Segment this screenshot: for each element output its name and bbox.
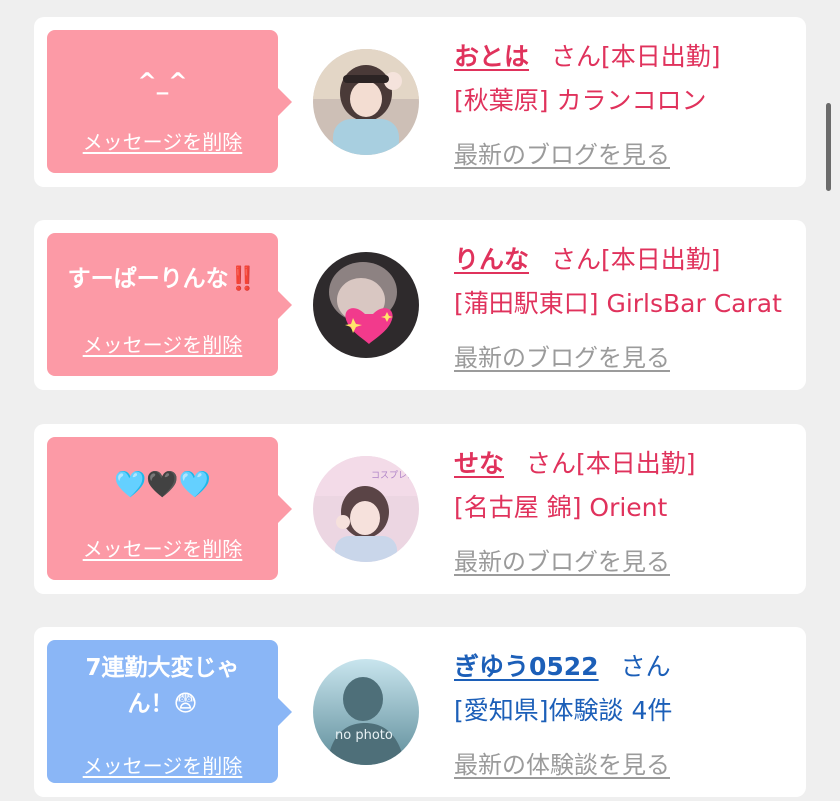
work-status: [本日出勤]	[601, 42, 721, 71]
name-line: おとは さん[本日出勤]	[454, 37, 721, 73]
message-bubble: ^_^ メッセージを削除	[47, 30, 292, 173]
girl-name-link[interactable]: おとは	[454, 42, 529, 71]
message-card: すーぱーりんな‼️ メッセージを削除 りんな さん[本日出勤] [蒲田駅東口] G…	[34, 220, 806, 390]
avatar-photo: コスプレガールズ	[313, 456, 419, 562]
latest-blog-link[interactable]: 最新のブログを見る	[454, 135, 670, 170]
avatar[interactable]: no photo	[313, 659, 419, 765]
name-line: せな さん[本日出勤]	[454, 444, 696, 480]
avatar-photo	[313, 252, 419, 358]
avatar[interactable]	[313, 252, 419, 358]
message-text: ^_^	[137, 69, 188, 95]
no-photo-label: no photo	[335, 728, 393, 743]
message-text: すーぱーりんな‼️	[55, 261, 270, 297]
honorific: さん	[551, 42, 602, 71]
message-list: ^_^ メッセージを削除 おとは さん[本日出勤] [秋葉原] カランコロン 最新…	[0, 0, 840, 801]
message-text-main: すーぱーりんな	[67, 266, 229, 292]
girl-name-link[interactable]: せな	[454, 449, 504, 478]
scrollbar[interactable]	[826, 103, 831, 191]
latest-blog-link[interactable]: 最新のブログを見る	[454, 542, 670, 577]
avatar[interactable]	[313, 49, 419, 155]
avatar-photo	[313, 49, 419, 155]
honorific: さん	[551, 245, 602, 274]
message-card: 7連勤大変じゃん！😨 メッセージを削除 no photo ぎゆう0522 さん […	[34, 627, 806, 797]
latest-review-link[interactable]: 最新の体験談を見る	[454, 745, 670, 780]
shop-info: [名古屋 錦] Orient	[454, 493, 668, 522]
girl-name-link[interactable]: りんな	[454, 245, 529, 274]
hearts-icon: 🩵🖤🩵	[113, 470, 212, 500]
double-exclamation-icon: ‼️	[228, 266, 258, 292]
message-text: 7連勤大変じゃん！😨	[85, 655, 240, 717]
avatar-overlay-text: コスプレガールズ	[371, 469, 419, 481]
name-line: ぎゆう0522 さん	[454, 647, 671, 683]
message-bubble: 🩵🖤🩵 メッセージを削除	[47, 437, 292, 580]
message-card: 🩵🖤🩵 メッセージを削除 コスプレガールズ せなさん[本日出勤] [名古屋 錦]…	[34, 424, 806, 594]
delete-message-link[interactable]: メッセージを削除	[47, 750, 278, 779]
no-photo-avatar: no photo	[313, 659, 419, 765]
honorific: さん	[526, 449, 577, 478]
name-line: りんな さん[本日出勤]	[454, 240, 721, 276]
shop-info: [蒲田駅東口] GirlsBar Carat	[454, 289, 782, 318]
delete-message-link[interactable]: メッセージを削除	[47, 533, 278, 562]
honorific: さん	[620, 652, 671, 681]
work-status: [本日出勤]	[576, 449, 696, 478]
avatar[interactable]: コスプレガールズ	[313, 456, 419, 562]
user-name-link[interactable]: ぎゆう0522	[454, 652, 599, 681]
review-info: [愛知県]体験談 4件	[454, 696, 673, 725]
latest-blog-link[interactable]: 最新のブログを見る	[454, 338, 670, 373]
message-bubble: 7連勤大変じゃん！😨 メッセージを削除	[47, 640, 292, 783]
message-bubble: すーぱーりんな‼️ メッセージを削除	[47, 233, 292, 376]
delete-message-link[interactable]: メッセージを削除	[47, 329, 278, 358]
shop-info: [秋葉原] カランコロン	[454, 86, 707, 115]
delete-message-link[interactable]: メッセージを削除	[47, 126, 278, 155]
message-card: ^_^ メッセージを削除 おとは さん[本日出勤] [秋葉原] カランコロン 最新…	[34, 17, 806, 187]
work-status: [本日出勤]	[601, 245, 721, 274]
